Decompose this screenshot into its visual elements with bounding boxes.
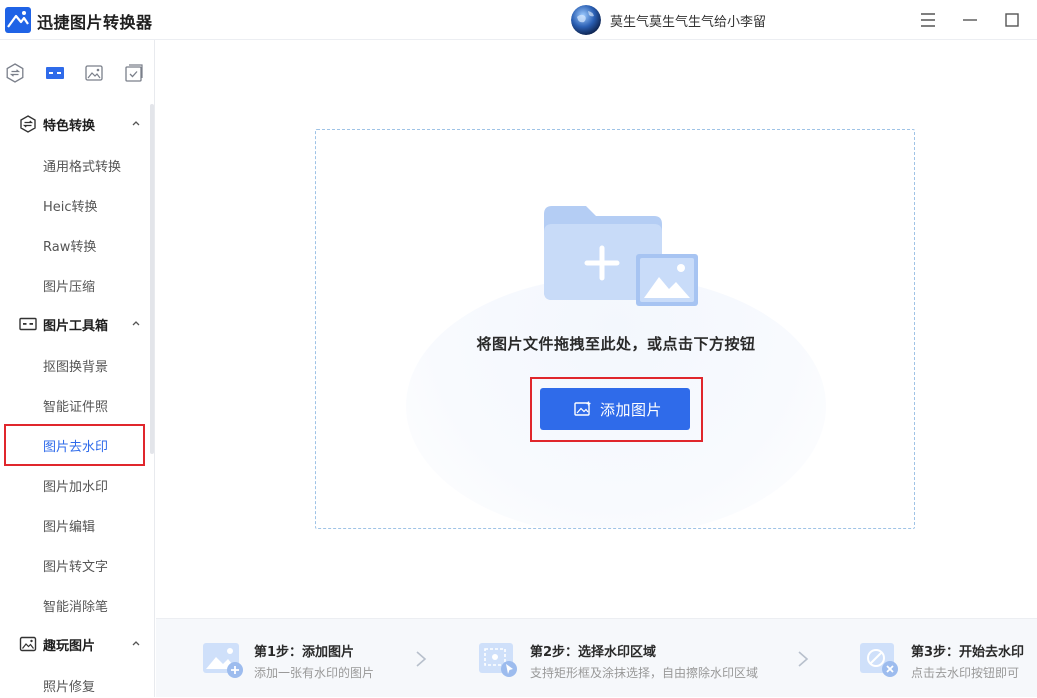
section-label: 特色转换 (43, 119, 96, 134)
sidebar-item-heic-convert[interactable]: Heic转换 (0, 184, 150, 224)
sidebar-item-label: 智能证件照 (43, 400, 109, 415)
sidebar-item-label: 图片加水印 (43, 480, 109, 495)
sidebar-item-cutout-background[interactable]: 抠图换背景 (0, 344, 150, 384)
convert-icon (20, 115, 36, 133)
sidebar-scrollbar[interactable] (150, 104, 154, 454)
step-title: 第1步：添加图片 (254, 645, 355, 660)
menu-icon[interactable] (916, 8, 940, 32)
app-title: 迅捷图片转换器 (37, 13, 153, 32)
checklist-icon[interactable] (123, 62, 145, 84)
sidebar-item-label: 图片去水印 (43, 440, 109, 455)
app-logo-icon (5, 7, 31, 33)
title-bar: 迅捷图片转换器 莫生气莫生气生气给小李留 (0, 0, 1037, 40)
add-image-icon (574, 401, 591, 416)
sidebar-item-label: Heic转换 (43, 200, 98, 215)
section-image-toolbox[interactable]: 图片工具箱 (0, 304, 150, 344)
chevron-right-icon (798, 651, 809, 667)
section-fun-images[interactable]: 趣玩图片 (0, 624, 150, 664)
sidebar-item-id-photo[interactable]: 智能证件照 (0, 384, 150, 424)
sidebar-item-remove-watermark[interactable]: 图片去水印 (0, 424, 150, 466)
sidebar-item-label: 图片转文字 (43, 560, 109, 575)
chevron-up-icon (132, 641, 140, 646)
sidebar-item-image-edit[interactable]: 图片编辑 (0, 504, 150, 544)
section-label: 趣玩图片 (43, 639, 96, 654)
sidebar-item-label: Raw转换 (43, 240, 97, 255)
image-icon[interactable] (83, 62, 105, 84)
sidebar: 特色转换 通用格式转换 Heic转换 Raw转换 图片压缩 图片工具箱 抠图换背… (0, 40, 155, 697)
sidebar-item-raw-convert[interactable]: Raw转换 (0, 224, 150, 264)
sidebar-item-format-convert[interactable]: 通用格式转换 (0, 144, 150, 184)
sidebar-item-label: 通用格式转换 (43, 160, 122, 175)
sidebar-item-add-watermark[interactable]: 图片加水印 (0, 464, 150, 504)
step-2: 第2步：选择水印区域 支持矩形框及涂抹选择，自由擦除水印区域 (478, 619, 788, 698)
sidebar-item-label: 图片编辑 (43, 520, 96, 535)
chevron-up-icon (132, 321, 140, 326)
drop-hint-text: 将图片文件拖拽至此处，或点击下方按钮 (476, 335, 756, 353)
step-3: 第3步：开始去水印 点击去水印按钮即可 (859, 619, 1037, 698)
earth-avatar-icon (571, 5, 601, 35)
step-desc: 点击去水印按钮即可 (911, 666, 1020, 680)
toolbox-icon[interactable] (44, 62, 66, 84)
step-title: 第2步：选择水印区域 (530, 645, 657, 660)
main-panel: 将图片文件拖拽至此处，或点击下方按钮 添加图片 (156, 40, 1037, 618)
drop-zone[interactable]: 将图片文件拖拽至此处，或点击下方按钮 (315, 129, 915, 529)
add-image-button[interactable]: 添加图片 (540, 388, 690, 430)
sidebar-item-smart-eraser[interactable]: 智能消除笔 (0, 584, 150, 624)
sidebar-item-compress[interactable]: 图片压缩 (0, 264, 150, 304)
step-title: 第3步：开始去水印 (911, 645, 1025, 660)
section-label: 图片工具箱 (43, 319, 109, 334)
add-folder-illustration-icon (544, 206, 698, 306)
section-feature-convert[interactable]: 特色转换 (0, 104, 150, 144)
step-1: 第1步：添加图片 添加一张有水印的图片 (202, 619, 402, 698)
sidebar-item-label: 抠图换背景 (43, 360, 109, 375)
sidebar-tabs (0, 40, 154, 104)
user-name[interactable]: 莫生气莫生气生气给小李留 (610, 11, 766, 30)
select-area-step-icon (479, 643, 517, 677)
sidebar-item-label: 智能消除笔 (43, 600, 109, 615)
maximize-icon[interactable] (1000, 8, 1024, 32)
convert-icon[interactable] (4, 62, 26, 84)
sidebar-item-label: 图片压缩 (43, 280, 96, 295)
add-image-label: 添加图片 (600, 401, 663, 419)
step-desc: 添加一张有水印的图片 (254, 666, 375, 680)
sidebar-item-image-to-text[interactable]: 图片转文字 (0, 544, 150, 584)
add-image-step-icon (203, 643, 243, 678)
sidebar-item-label: 照片修复 (43, 680, 96, 695)
steps-bar: 第1步：添加图片 添加一张有水印的图片 第2步：选择水印区域 支持矩形框及涂抹选… (156, 618, 1037, 697)
step-desc: 支持矩形框及涂抹选择，自由擦除水印区域 (530, 666, 759, 680)
chevron-up-icon (132, 121, 140, 126)
user-avatar[interactable] (571, 5, 601, 35)
toolbox-icon (19, 317, 37, 331)
sidebar-item-photo-repair[interactable]: 照片修复 (0, 664, 150, 697)
fun-image-icon (19, 636, 37, 652)
chevron-right-icon (416, 651, 427, 667)
remove-watermark-step-icon (860, 643, 898, 677)
minimize-icon[interactable] (958, 8, 982, 32)
